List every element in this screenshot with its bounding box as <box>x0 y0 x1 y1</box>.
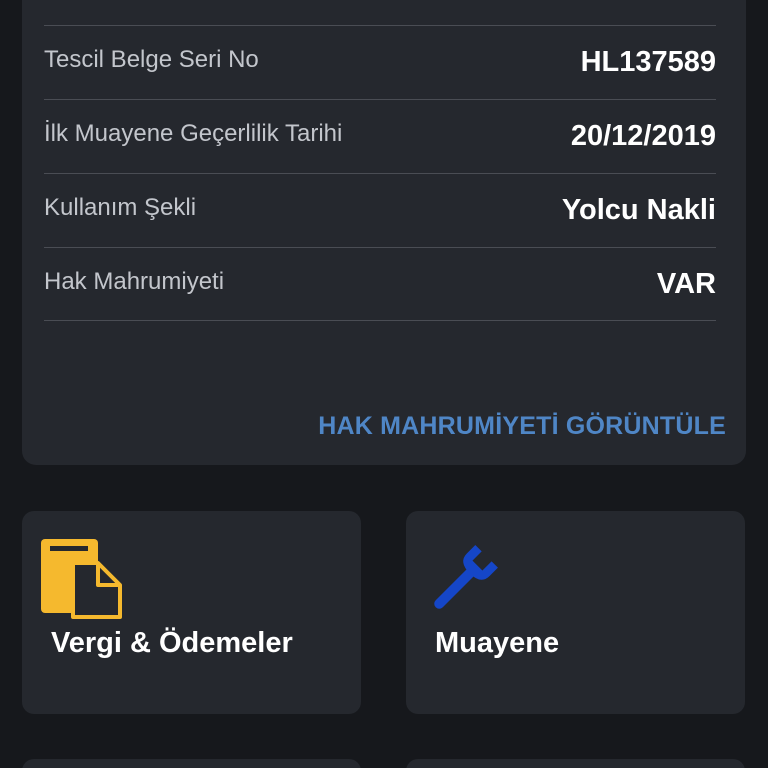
screen: Tescil Belge Seri No HL137589 İlk Muayen… <box>0 0 768 768</box>
info-row-label: Hak Mahrumiyeti <box>44 268 225 295</box>
view-deprivation-button[interactable]: HAK MAHRUMİYETİ GÖRÜNTÜLE <box>318 412 726 441</box>
info-row-label: İlk Muayene Geçerlilik Tarihi <box>44 120 343 147</box>
info-row-value: Yolcu Nakli <box>561 194 716 226</box>
wrench-icon <box>426 541 502 622</box>
info-row-usage-type: Kullanım Şekli Yolcu Nakli <box>44 173 716 247</box>
info-row-first-inspection-date: İlk Muayene Geçerlilik Tarihi 20/12/2019 <box>44 99 716 173</box>
info-row-registration-serial: Tescil Belge Seri No HL137589 <box>44 25 716 99</box>
vehicle-info-card: Tescil Belge Seri No HL137589 İlk Muayen… <box>22 0 746 465</box>
documents-icon <box>40 539 122 626</box>
tile-tax-payments[interactable]: Vergi & Ödemeler <box>22 511 361 714</box>
tile-partial[interactable] <box>22 759 361 768</box>
tile-partial[interactable] <box>406 759 745 768</box>
info-row-deprivation-of-rights: Hak Mahrumiyeti VAR <box>44 247 716 321</box>
info-row-value: HL137589 <box>580 46 716 78</box>
info-row-label: Tescil Belge Seri No <box>44 46 259 73</box>
tile-label: Muayene <box>435 627 560 659</box>
info-row-value: 20/12/2019 <box>570 120 716 152</box>
tile-inspection[interactable]: Muayene <box>406 511 745 714</box>
info-row-label: Kullanım Şekli <box>44 194 197 221</box>
tile-label: Vergi & Ödemeler <box>51 627 293 659</box>
info-rows: Tescil Belge Seri No HL137589 İlk Muayen… <box>44 25 716 321</box>
info-row-value: VAR <box>656 268 716 300</box>
